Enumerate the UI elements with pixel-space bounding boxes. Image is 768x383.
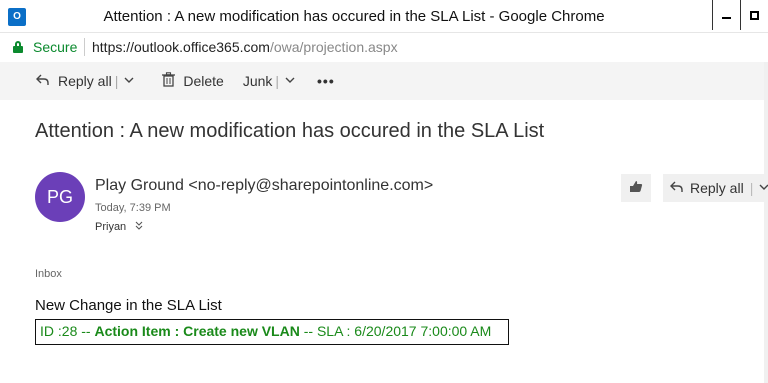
sent-time: Today, 7:39 PM <box>95 202 171 214</box>
like-icon <box>629 180 643 196</box>
scrollbar[interactable] <box>764 62 768 383</box>
reply-all-icon <box>669 179 684 198</box>
body-heading: New Change in the SLA List <box>35 297 222 314</box>
folder-label[interactable]: Inbox <box>35 268 62 280</box>
reply-all-label: Reply all <box>690 180 744 196</box>
junk-button[interactable]: Junk | <box>243 62 295 100</box>
address-bar[interactable]: Secure https://outlook.office365.com/owa… <box>0 33 768 61</box>
more-icon: ••• <box>317 73 335 89</box>
minimize-icon <box>722 17 731 19</box>
chevron-down-icon[interactable] <box>285 75 295 87</box>
sender-name[interactable]: Play Ground <no-reply@sharepointonline.c… <box>95 177 433 195</box>
like-button[interactable] <box>621 174 651 202</box>
window-controls <box>712 0 768 30</box>
avatar[interactable]: PG <box>35 172 85 222</box>
url-host: https://outlook.office365.com <box>92 39 270 55</box>
split-separator: | <box>275 73 280 89</box>
secure-label[interactable]: Secure <box>33 39 77 55</box>
window-title: Attention : A new modification has occur… <box>103 8 605 25</box>
split-separator: | <box>749 180 754 196</box>
delete-label: Delete <box>183 73 224 89</box>
reply-all-label: Reply all <box>58 73 112 89</box>
expand-recipients-icon[interactable] <box>135 221 143 233</box>
body-id-text: ID :28 -- <box>40 323 95 339</box>
lock-icon[interactable] <box>13 41 23 53</box>
trash-icon <box>162 71 176 91</box>
maximize-button[interactable] <box>740 0 768 30</box>
body-sla-text: -- SLA : 6/20/2017 7:00:00 AM <box>299 323 492 339</box>
minimize-button[interactable] <box>712 0 740 30</box>
address-separator <box>84 38 85 56</box>
chevron-down-icon[interactable] <box>124 75 134 87</box>
recipient-line: Priyan <box>95 221 143 233</box>
chevron-down-icon[interactable] <box>759 182 768 194</box>
message-toolbar: Reply all | Delete Junk | ••• <box>0 62 768 100</box>
window-title-bar: O Attention : A new modification has occ… <box>0 0 768 33</box>
body-action-text: Action Item : Create new VLAN <box>94 323 300 339</box>
reply-all-header-button[interactable]: Reply all | <box>663 174 768 202</box>
delete-button[interactable]: Delete <box>162 62 224 100</box>
split-separator: | <box>114 73 119 89</box>
url-path: /owa/projection.aspx <box>269 39 398 55</box>
reply-all-icon <box>35 72 50 91</box>
reply-all-button[interactable]: Reply all | <box>35 62 134 100</box>
body-detail-box: ID :28 -- Action Item : Create new VLAN … <box>35 319 509 345</box>
maximize-icon <box>750 10 759 20</box>
url-text[interactable]: https://outlook.office365.com/owa/projec… <box>92 39 398 55</box>
junk-label: Junk <box>242 73 273 89</box>
recipient-name[interactable]: Priyan <box>95 221 126 233</box>
more-actions-button[interactable]: ••• <box>317 62 335 100</box>
message-subject: Attention : A new modification has occur… <box>35 120 545 142</box>
